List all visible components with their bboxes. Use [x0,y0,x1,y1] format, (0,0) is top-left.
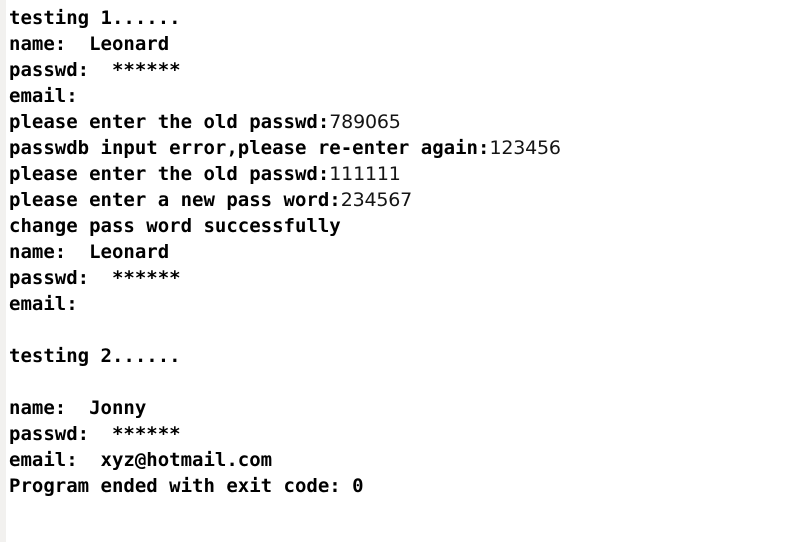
program-output-text: please enter the old passwd: [9,163,330,185]
line-change-success: change pass word successfully [9,213,790,239]
program-output-text: testing 2...... [9,345,181,367]
program-output-text: email: [9,293,78,315]
line-passwd-2: passwd: ****** [9,265,790,291]
line-passwd-3: passwd: ****** [9,421,790,447]
program-output-text: please enter a new pass word: [9,189,341,211]
line-blank-2 [9,369,790,395]
program-output-text: passwd: ****** [9,59,181,81]
line-blank-1 [9,317,790,343]
program-output-text: Program ended with exit code: 0 [9,475,364,497]
line-name-3: name: Jonny [9,395,790,421]
line-email-3: email: xyz@hotmail.com [9,447,790,473]
program-output-text: name: Leonard [9,33,170,55]
user-typed-input: 789065 [329,111,401,133]
line-name-2: name: Leonard [9,239,790,265]
user-typed-input: 123456 [489,137,561,159]
program-output-text: testing 1...... [9,7,181,29]
line-prompt-new-passwd: please enter a new pass word:234567 [9,187,790,213]
program-output-text: passwd: ****** [9,267,181,289]
program-output-text: please enter the old passwd: [9,111,330,133]
line-name-1: name: Leonard [9,31,790,57]
user-typed-input: 111111 [329,163,401,185]
program-output-text: email: xyz@hotmail.com [9,449,273,471]
program-output-text: name: Leonard [9,241,170,263]
line-passwd-1: passwd: ****** [9,57,790,83]
line-program-ended: Program ended with exit code: 0 [9,473,790,499]
program-output-text: change pass word successfully [9,215,341,237]
program-output-text: name: Jonny [9,397,147,419]
line-testing-2: testing 2...... [9,343,790,369]
line-email-2: email: [9,291,790,317]
line-email-1: email: [9,83,790,109]
debug-console-output[interactable]: testing 1...... name: Leonard passwd: ****… [0,0,790,542]
line-prompt-old-passwd-2: please enter the old passwd:111111 [9,161,790,187]
line-prompt-old-passwd-1: please enter the old passwd:789065 [9,109,790,135]
program-output-text: email: [9,85,78,107]
user-typed-input: 234567 [340,189,413,211]
line-input-error: passwdb input error,please re-enter agai… [9,135,790,161]
program-output-text: passwd: ****** [9,423,181,445]
program-output-text: passwdb input error,please re-enter agai… [9,137,490,159]
line-testing-1: testing 1...... [9,5,790,31]
